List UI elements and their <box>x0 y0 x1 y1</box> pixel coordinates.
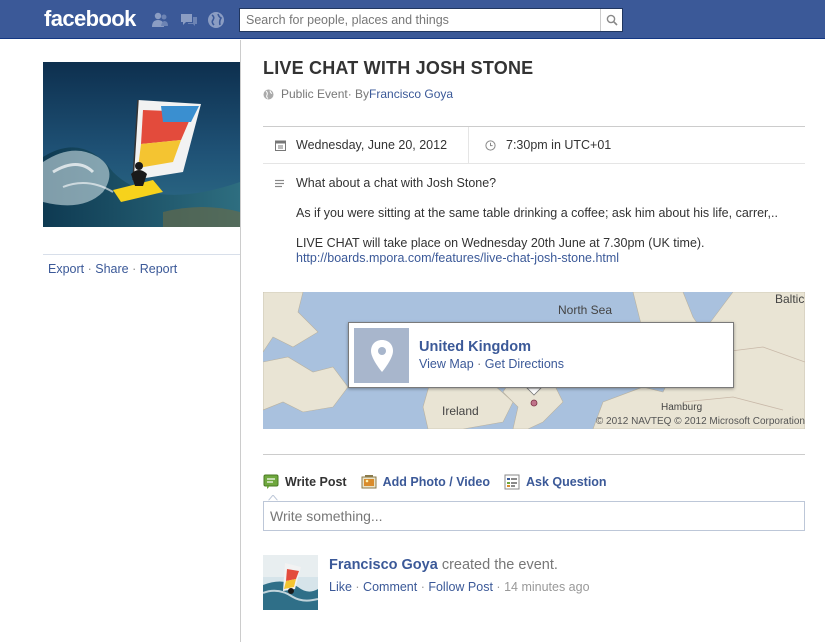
event-date: Wednesday, June 20, 2012 <box>275 138 447 152</box>
story-timestamp[interactable]: 14 minutes ago <box>504 580 589 594</box>
description-text: LIVE CHAT will take place on Wednesday 2… <box>296 236 705 250</box>
event-privacy: Public Event <box>281 87 348 101</box>
event-time: 7:30pm in UTC+01 <box>485 138 611 152</box>
feed-story: Francisco Goya created the event. Like ·… <box>263 555 805 611</box>
notifications-globe-icon[interactable] <box>207 11 225 29</box>
story-actions: Like · Comment · Follow Post · 14 minute… <box>329 580 590 594</box>
share-link[interactable]: Share <box>95 262 128 276</box>
tab-add-photo-video[interactable]: Add Photo / Video <box>361 474 490 490</box>
get-directions-link[interactable]: Get Directions <box>485 357 564 371</box>
map-label-hamburg: Hamburg <box>661 402 703 413</box>
location-name[interactable]: United Kingdom <box>419 339 531 355</box>
top-bar: facebook <box>0 0 825 39</box>
event-cover-photo[interactable] <box>43 62 240 227</box>
event-external-link[interactable]: http://boards.mpora.com/features/live-ch… <box>296 251 619 265</box>
search-input[interactable] <box>240 9 595 31</box>
separator: · <box>473 357 485 371</box>
description-paragraph: As if you were sitting at the same table… <box>296 206 778 220</box>
composer-box <box>263 501 805 531</box>
event-map[interactable]: North Sea Baltic Ireland Hamburg © 2012 … <box>263 292 805 429</box>
left-divider <box>43 254 240 255</box>
separator: · <box>84 262 96 276</box>
map-location-card: United Kingdom View Map · Get Directions <box>348 322 734 388</box>
left-column: Export · Share · Report <box>0 40 241 642</box>
separator: · <box>492 580 505 594</box>
info-separator <box>468 127 469 164</box>
search-button[interactable] <box>600 9 622 31</box>
search-icon <box>606 14 618 26</box>
ask-question-label: Ask Question <box>526 475 607 489</box>
write-post-icon <box>263 474 279 489</box>
tab-ask-question[interactable]: Ask Question <box>504 474 607 490</box>
map-label-baltic: Baltic <box>775 292 805 306</box>
ask-question-icon <box>504 474 520 490</box>
follow-post-link[interactable]: Follow Post <box>428 580 493 594</box>
avatar[interactable] <box>263 555 318 610</box>
event-datetime-row: Wednesday, June 20, 2012 7:30pm in UTC+0… <box>263 126 805 164</box>
comment-link[interactable]: Comment <box>363 580 417 594</box>
friend-requests-icon[interactable] <box>151 11 169 29</box>
event-meta: Public Event · By Francisco Goya <box>263 87 453 101</box>
write-something-input[interactable] <box>264 502 804 530</box>
separator: · <box>417 580 429 594</box>
globe-icon <box>263 89 274 99</box>
description-paragraph: What about a chat with Josh Stone? <box>296 176 497 190</box>
event-actions: Export · Share · Report <box>48 262 177 276</box>
map-label-ireland: Ireland <box>442 404 479 418</box>
map-copyright: © 2012 NAVTEQ © 2012 Microsoft Corporati… <box>595 416 805 427</box>
facebook-logo[interactable]: facebook <box>44 6 136 32</box>
separator: · <box>351 580 364 594</box>
event-date-text: Wednesday, June 20, 2012 <box>296 138 448 152</box>
like-link[interactable]: Like <box>329 580 352 594</box>
location-pin-icon <box>354 328 409 383</box>
view-map-link[interactable]: View Map <box>419 357 474 371</box>
story-actor-link[interactable]: Francisco Goya <box>329 557 438 573</box>
host-link[interactable]: Francisco Goya <box>369 87 453 101</box>
calendar-icon <box>275 140 286 151</box>
tab-write-post[interactable]: Write Post <box>263 474 347 490</box>
messages-icon[interactable] <box>180 11 198 29</box>
composer-tabs: Write Post Add Photo / Video Ask Questio… <box>263 474 621 490</box>
description-paragraph: LIVE CHAT will take place on Wednesday 2… <box>296 236 795 266</box>
write-post-label: Write Post <box>285 475 347 489</box>
event-title: LIVE CHAT WITH JOSH STONE <box>263 58 534 78</box>
by-prefix: · By <box>347 87 370 101</box>
photo-video-icon <box>361 475 377 489</box>
event-description: What about a chat with Josh Stone? As if… <box>275 176 795 266</box>
event-time-text: 7:30pm in UTC+01 <box>506 138 612 152</box>
add-photo-video-label: Add Photo / Video <box>382 475 490 489</box>
story-headline: Francisco Goya created the event. <box>329 557 558 573</box>
story-action: created the event. <box>437 557 558 573</box>
export-link[interactable]: Export <box>48 262 84 276</box>
map-links: View Map · Get Directions <box>419 357 564 371</box>
map-label-north-sea: North Sea <box>558 303 613 317</box>
separator: · <box>128 262 140 276</box>
clock-icon <box>485 139 496 151</box>
search-bar <box>239 8 623 32</box>
main-divider <box>263 454 805 455</box>
description-icon <box>275 179 284 188</box>
report-link[interactable]: Report <box>140 262 178 276</box>
